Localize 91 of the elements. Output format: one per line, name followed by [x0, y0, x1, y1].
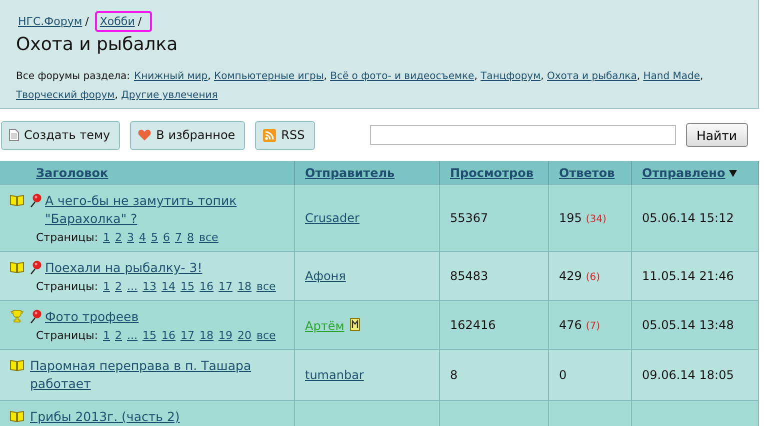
column-header[interactable]: Заголовок [0, 161, 294, 184]
sender-link[interactable]: Crusader [305, 211, 360, 225]
page-link[interactable]: 1 [103, 280, 110, 293]
sender-link[interactable]: tumanbar [305, 368, 364, 382]
post-date: 05.06.14 15:12 [642, 211, 734, 225]
pages-label: Страницы: [36, 280, 98, 293]
topic-link[interactable]: А чего-бы не замутить топик "Барахолка" ? [45, 192, 290, 228]
search-button[interactable]: Найти [686, 123, 748, 147]
page-link[interactable]: 16 [162, 329, 176, 342]
forum-link[interactable]: Книжный мир [134, 71, 208, 82]
column-header[interactable]: Отправлено [632, 161, 758, 184]
moderator-badge-icon [350, 318, 360, 330]
comma: , [540, 71, 544, 82]
new-replies-count: (6) [586, 272, 600, 283]
page-link[interactable]: 1 [103, 231, 110, 244]
topic-link[interactable]: Грибы 2013г. (часть 2) [30, 408, 180, 426]
page-link[interactable]: ... [127, 280, 138, 293]
page-link[interactable]: все [256, 329, 276, 342]
breadcrumb-separator: / [138, 14, 142, 28]
column-header[interactable]: Просмотров [440, 161, 548, 184]
comma: , [324, 71, 327, 82]
search-field[interactable] [370, 125, 676, 145]
action-button[interactable]: Создать тему [1, 120, 120, 150]
breadcrumb-link[interactable]: НГС.Форум [18, 14, 82, 28]
page-link[interactable]: 13 [142, 280, 157, 293]
forum-link[interactable]: Hand Made [643, 71, 700, 82]
page-link[interactable]: 18 [238, 280, 252, 293]
replies-count: 429 [559, 269, 582, 283]
post-date: 09.06.14 18:05 [642, 368, 734, 382]
page-link[interactable]: 17 [218, 280, 233, 293]
pages-label: Страницы: [36, 231, 98, 244]
page-link[interactable]: 2 [115, 280, 122, 293]
page-link[interactable]: 8 [187, 231, 194, 244]
topic-link[interactable]: Поехали на рыбалку- 3! [45, 259, 202, 277]
page-link[interactable]: все [199, 231, 218, 244]
views-count: 55367 [450, 211, 488, 225]
replies-count: 476 [559, 318, 582, 332]
page-link[interactable]: 19 [218, 329, 233, 342]
action-button[interactable]: В избранное [130, 120, 246, 150]
page-link[interactable]: 15 [142, 329, 157, 342]
replies-count: 195 [559, 211, 582, 225]
comma: , [474, 71, 478, 82]
page-link[interactable]: 1 [103, 329, 110, 342]
views-count: 85483 [450, 269, 488, 283]
column-header[interactable]: Ответов [548, 161, 632, 184]
topic-link[interactable]: Паромная переправа в п. Ташара работает [30, 357, 290, 393]
sender-link[interactable]: Афоня [305, 269, 346, 283]
forum-link[interactable]: Компьютерные игры [214, 71, 324, 82]
breadcrumb-link[interactable]: Хобби [100, 14, 135, 28]
page-link[interactable]: все [256, 280, 276, 293]
post-date: 11.05.14 21:46 [642, 269, 734, 283]
comma: , [114, 90, 118, 101]
comma: , [700, 71, 704, 82]
breadcrumb-separator: / [85, 14, 89, 28]
sort-down-icon [729, 170, 738, 176]
forum-link[interactable]: Танцфорум [480, 71, 541, 82]
page-link[interactable]: 15 [180, 280, 195, 293]
comma: , [208, 71, 211, 82]
forum-link[interactable]: Всё о фото- и видеосъемке [330, 71, 474, 82]
pages-label: Страницы: [36, 329, 98, 342]
page-link[interactable]: 6 [163, 231, 170, 244]
page-link[interactable]: 3 [127, 231, 134, 244]
forum-link[interactable]: Творческий форум [16, 90, 115, 101]
page-link[interactable]: 4 [139, 231, 146, 244]
replies-count: 0 [559, 368, 567, 382]
page-link[interactable]: 7 [175, 231, 182, 244]
heart-icon [138, 129, 152, 141]
page-link[interactable]: 18 [200, 329, 214, 342]
page-link[interactable]: 14 [162, 280, 176, 293]
forum-link[interactable]: Другие увлечения [121, 90, 218, 101]
page-link[interactable]: ... [127, 329, 138, 342]
new-replies-count: (7) [586, 321, 600, 332]
column-header[interactable]: Отправитель [294, 161, 440, 184]
page-link[interactable]: 2 [115, 231, 122, 244]
page-link[interactable]: 16 [200, 280, 214, 293]
forums-label: Все форумы раздела: [16, 71, 130, 82]
post-date: 05.05.14 13:48 [642, 318, 734, 332]
views-count: 162416 [450, 318, 496, 332]
topic-link[interactable]: Фото трофеев [45, 308, 139, 326]
rss-icon [263, 128, 276, 142]
action-button[interactable]: RSS [255, 120, 315, 150]
page-link[interactable]: 2 [115, 329, 122, 342]
page-icon [9, 129, 19, 141]
page-link[interactable]: 5 [151, 231, 158, 244]
views-count: 8 [450, 368, 458, 382]
forum-title: Охота и рыбалка [16, 34, 179, 55]
page-link[interactable]: 20 [238, 329, 252, 342]
forum-link[interactable]: Охота и рыбалка [547, 71, 637, 82]
new-replies-count: (34) [586, 214, 606, 225]
page-link[interactable]: 17 [180, 329, 195, 342]
comma: , [636, 71, 640, 82]
